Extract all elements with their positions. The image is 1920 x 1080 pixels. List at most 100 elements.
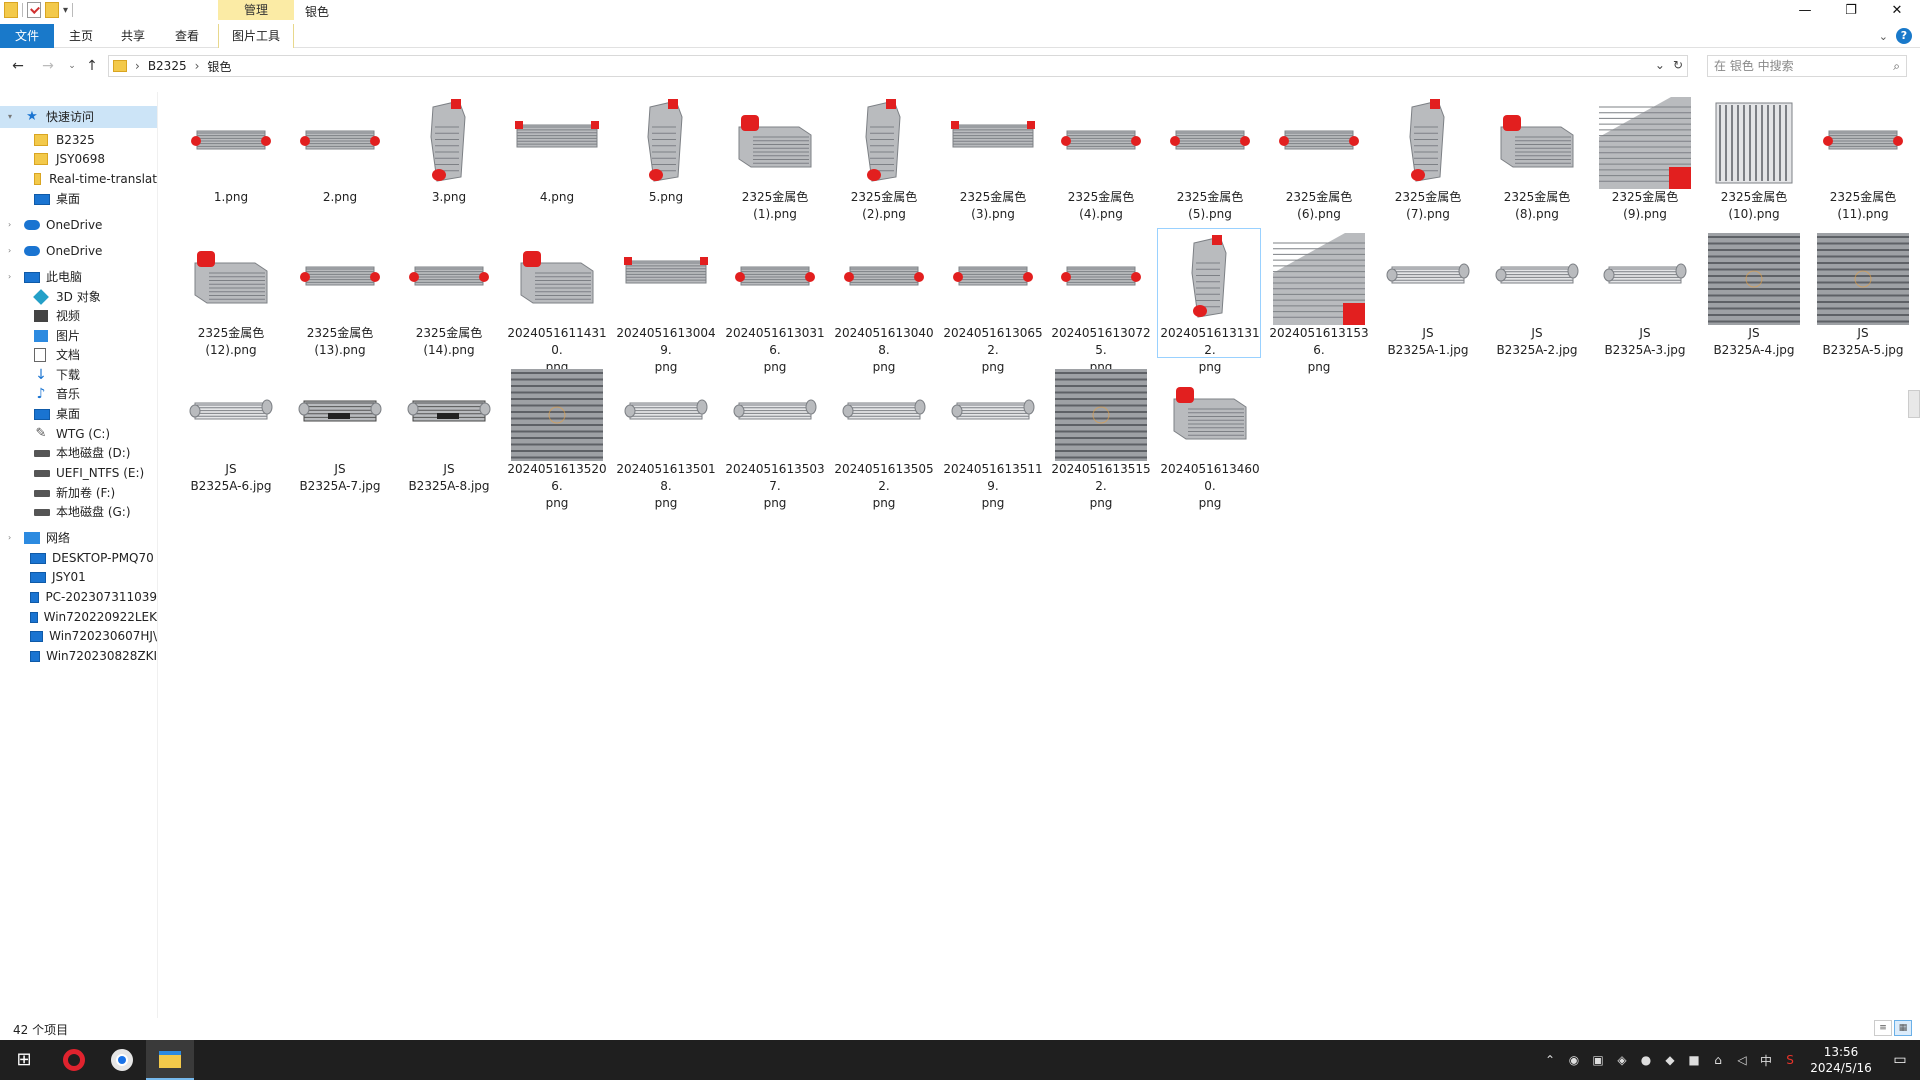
file-item[interactable]: 20240516135119. png (940, 364, 1044, 510)
file-item[interactable]: JS B2325A-4.jpg (1701, 228, 1805, 358)
pane-divider[interactable] (157, 92, 158, 1018)
tray-app-icon[interactable]: ▣ (1586, 1053, 1610, 1067)
large-icons-view-icon[interactable]: ▦ (1894, 1020, 1912, 1036)
sidebar-item[interactable]: JSY01 (0, 566, 157, 588)
show-hidden-icons-chevron-icon[interactable]: ⌃ (1538, 1053, 1562, 1067)
tray-app-icon[interactable]: ◉ (1562, 1053, 1586, 1067)
file-item[interactable]: 20240516130316. png (722, 228, 826, 374)
sidebar-item[interactable]: › OneDrive (0, 214, 157, 236)
new-folder-icon[interactable] (45, 2, 59, 18)
sidebar-item[interactable]: › 此电脑 (0, 266, 157, 288)
network-icon[interactable]: ⌂ (1706, 1053, 1730, 1067)
recent-locations-chevron-icon[interactable]: ⌄ (62, 56, 82, 76)
file-item[interactable]: 2325金属色 (2).png (831, 92, 935, 222)
file-item[interactable]: 2325金属色 (3).png (940, 92, 1044, 222)
sidebar-item[interactable]: 桌面 (0, 188, 157, 210)
file-item[interactable]: 20240516131312. png (1157, 228, 1261, 374)
sidebar-item[interactable]: Real-time-translat (0, 168, 157, 190)
volume-muted-icon[interactable]: ◁ (1730, 1053, 1754, 1067)
sidebar-item[interactable]: 视频 (0, 305, 157, 327)
file-explorer-taskbar-icon[interactable] (146, 1040, 194, 1080)
scroll-grip[interactable] (1908, 390, 1920, 418)
sidebar-item[interactable]: › OneDrive (0, 240, 157, 262)
file-item[interactable]: JS B2325A-1.jpg (1375, 228, 1479, 358)
expand-chevron-icon[interactable]: › (8, 214, 18, 236)
search-input[interactable]: 在 银色 中搜索 ⌕ (1707, 55, 1907, 77)
forward-arrow-icon[interactable]: → (38, 56, 58, 76)
file-item[interactable]: 4.png (504, 92, 608, 222)
sidebar-item[interactable]: JSY0698 (0, 148, 157, 170)
file-item[interactable]: 2325金属色 (1).png (722, 92, 826, 222)
file-item[interactable]: 20240516135206. png (504, 364, 608, 510)
file-item[interactable]: JS B2325A-3.jpg (1592, 228, 1696, 358)
file-item[interactable]: 2325金属色 (11).png (1810, 92, 1914, 222)
refresh-icon[interactable]: ↻ (1673, 58, 1683, 72)
file-item[interactable]: 1.png (178, 92, 282, 222)
file-item[interactable]: 2325金属色 (9).png (1592, 92, 1696, 222)
clock[interactable]: 13:56 2024/5/16 (1802, 1044, 1880, 1076)
sidebar-item[interactable]: 文档 (0, 344, 157, 366)
file-item[interactable]: JS B2325A-6.jpg (178, 364, 282, 494)
file-item[interactable]: 3.png (396, 92, 500, 222)
file-item[interactable]: 2325金属色 (8).png (1484, 92, 1588, 222)
sidebar-item[interactable]: ▾ ★ 快速访问 (0, 106, 157, 128)
tab-picture-tools[interactable]: 图片工具 (218, 24, 294, 48)
file-item[interactable]: JS B2325A-8.jpg (396, 364, 500, 494)
details-view-icon[interactable]: ≡ (1874, 1020, 1892, 1036)
expand-chevron-icon[interactable]: › (8, 266, 18, 288)
tray-app-icon[interactable]: ◆ (1658, 1053, 1682, 1067)
file-item[interactable]: 20240516130049. png (613, 228, 717, 374)
minimize-button[interactable]: — (1782, 0, 1828, 22)
sidebar-item[interactable]: › 网络 (0, 527, 157, 549)
maximize-button[interactable]: ❐ (1828, 0, 1874, 22)
tab-home[interactable]: 主页 (58, 24, 104, 48)
breadcrumb-current[interactable]: 银色 (207, 58, 231, 75)
tab-manage[interactable]: 管理 (218, 0, 294, 20)
file-item[interactable]: JS B2325A-7.jpg (287, 364, 391, 494)
up-arrow-icon[interactable]: ↑ (82, 56, 102, 76)
expand-ribbon-icon[interactable]: ⌄ (1879, 30, 1888, 43)
file-item[interactable]: 20240516130652. png (940, 228, 1044, 374)
file-item[interactable]: 20240516135052. png (831, 364, 935, 510)
ime-indicator[interactable]: 中 (1754, 1052, 1778, 1069)
file-item[interactable]: 2325金属色 (12).png (178, 228, 282, 358)
file-item[interactable]: 2325金属色 (10).png (1701, 92, 1805, 222)
file-item[interactable]: 2325金属色 (7).png (1375, 92, 1479, 222)
file-item[interactable]: 20240516134600. png (1157, 364, 1261, 510)
file-item[interactable]: 5.png (613, 92, 717, 222)
tray-cat-icon[interactable]: ◈ (1610, 1053, 1634, 1067)
expand-chevron-icon[interactable]: › (8, 527, 18, 549)
file-item[interactable]: JS B2325A-5.jpg (1810, 228, 1914, 358)
sidebar-item[interactable]: ♪ 音乐 (0, 383, 157, 405)
breadcrumb-b2325[interactable]: B2325 (148, 59, 187, 73)
sogou-input-icon[interactable]: S (1778, 1053, 1802, 1067)
file-item[interactable]: 20240516130408. png (831, 228, 935, 374)
sidebar-item[interactable]: Win720230607HJ\ (0, 625, 157, 647)
chrome-browser-icon[interactable] (98, 1040, 146, 1080)
file-item[interactable]: 2325金属色 (4).png (1048, 92, 1152, 222)
opera-browser-icon[interactable] (50, 1040, 98, 1080)
sidebar-item[interactable]: Win720230828ZKI (0, 645, 157, 667)
close-button[interactable]: ✕ (1874, 0, 1920, 22)
sidebar-item[interactable]: 本地磁盘 (D:) (0, 442, 157, 464)
sidebar-item[interactable]: PC-202307311039 (0, 586, 157, 608)
file-item[interactable]: 2325金属色 (14).png (396, 228, 500, 358)
expand-chevron-icon[interactable]: ▾ (8, 106, 18, 128)
notification-center-icon[interactable]: ▭ (1880, 1052, 1920, 1068)
address-dropdown-icon[interactable]: ⌄ (1655, 58, 1665, 72)
windows-start-icon[interactable]: ⊞ (0, 1040, 48, 1080)
file-item[interactable]: 2325金属色 (6).png (1266, 92, 1370, 222)
expand-chevron-icon[interactable]: › (8, 240, 18, 262)
properties-icon[interactable] (27, 2, 41, 18)
file-item[interactable]: 2325金属色 (13).png (287, 228, 391, 358)
file-item[interactable]: JS B2325A-2.jpg (1484, 228, 1588, 358)
wechat-icon[interactable]: ● (1634, 1053, 1658, 1067)
file-item[interactable]: 20240516135152. png (1048, 364, 1152, 510)
tray-app-icon[interactable]: ■ (1682, 1053, 1706, 1067)
sidebar-item[interactable]: 桌面 (0, 403, 157, 425)
file-item[interactable]: 20240516130725. png (1048, 228, 1152, 374)
address-bar[interactable]: › B2325 › 银色 ⌄ ↻ (108, 55, 1688, 77)
file-item[interactable]: 2325金属色 (5).png (1157, 92, 1261, 222)
tab-view[interactable]: 查看 (164, 24, 210, 48)
help-icon[interactable]: ? (1896, 28, 1912, 44)
